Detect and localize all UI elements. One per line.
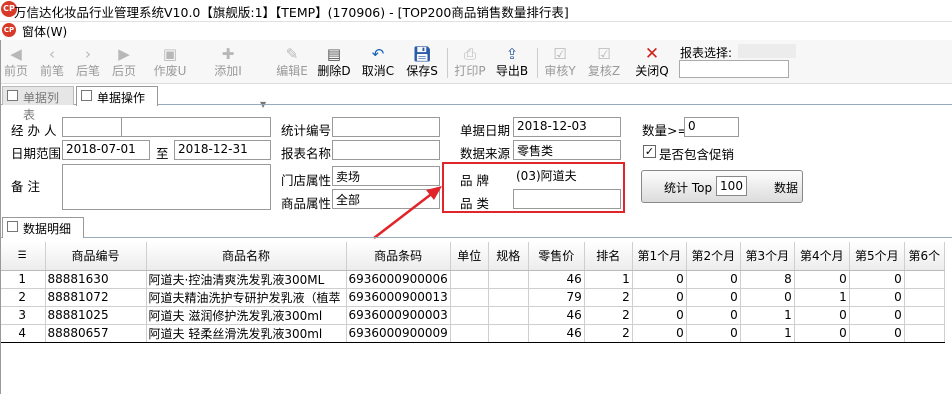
add-button[interactable]: ✚ 添加I: [208, 44, 248, 82]
close-button[interactable]: ✕ 关闭Q: [632, 44, 672, 82]
table-row[interactable]: 1 88881630 阿道夫·控油清爽洗发乳液300ML 69360009000…: [0, 270, 945, 289]
menu-logo-icon[interactable]: CP: [2, 23, 16, 37]
print-icon: ⎙: [463, 45, 476, 63]
table-row[interactable]: 3 88881025 阿道夫 滋润修护洗发乳液300ml 69360009000…: [0, 306, 945, 325]
date-from-input[interactable]: 2018-07-01: [62, 140, 150, 160]
tab-document-list[interactable]: 单据列表: [2, 86, 74, 122]
add-icon: ✚: [221, 45, 235, 63]
column-header[interactable]: 第1个月: [632, 242, 687, 271]
table-row[interactable]: 2 88881072 阿道夫精油洗护专研护发乳液（植萃 693600090001…: [0, 288, 945, 307]
void-button[interactable]: ▣ 作废U: [150, 44, 190, 82]
column-header[interactable]: 第5个月: [849, 242, 905, 271]
column-header[interactable]: 第4个月: [794, 242, 850, 271]
list-icon: [7, 90, 18, 101]
column-header[interactable]: 单位: [450, 242, 489, 271]
report-select-input[interactable]: [679, 60, 789, 78]
menu-window[interactable]: 窗体(W): [22, 23, 67, 40]
edit-icon: ✎: [285, 45, 299, 63]
qty-label: 数量>=: [642, 123, 688, 138]
document-icon: [7, 221, 18, 232]
tab-document-operate[interactable]: 单据操作: [76, 86, 158, 106]
save-button[interactable]: 💾︎ 保存S: [402, 44, 442, 82]
column-header[interactable]: 第3个月: [740, 242, 795, 271]
handler-label: 经 办 人: [11, 123, 57, 138]
last-page-button[interactable]: ▶ 后页: [104, 44, 144, 82]
approve-icon: ☑: [553, 45, 567, 63]
source-select[interactable]: 零售类: [513, 140, 621, 160]
export-icon: ⇪: [505, 45, 519, 63]
qty-input[interactable]: 0: [684, 117, 739, 137]
tab-data-detail[interactable]: 数据明细: [2, 217, 84, 238]
date-to-label: 至: [156, 146, 169, 161]
column-header[interactable]: 零售价: [528, 242, 585, 271]
data-grid[interactable]: ☰ 商品编号 商品名称 商品条码 单位 规格 零售价 排名 第1个月 第2个月 …: [0, 242, 952, 394]
column-header[interactable]: 商品条码: [346, 242, 451, 271]
column-header[interactable]: 商品编号: [45, 242, 147, 271]
edit-button[interactable]: ✎ 编辑E: [272, 44, 312, 82]
first-page-icon: ◀: [10, 45, 22, 63]
delete-icon: ▤: [326, 45, 342, 63]
column-header[interactable]: 排名: [584, 242, 633, 271]
handler-code-input[interactable]: [62, 117, 122, 137]
promo-checkbox[interactable]: ✓: [643, 145, 656, 158]
close-icon: ✕: [644, 44, 660, 64]
next-record-icon: ›: [85, 45, 91, 63]
detail-tabs: 数据明细: [0, 216, 952, 238]
report-name-label: 报表名称: [281, 146, 332, 161]
window-frame: [0, 40, 1, 394]
column-header[interactable]: 规格: [488, 242, 529, 271]
print-button[interactable]: ⎙ 打印P: [450, 44, 490, 82]
data-table: ☰ 商品编号 商品名称 商品条码 单位 规格 零售价 排名 第1个月 第2个月 …: [0, 242, 945, 343]
date-to-input[interactable]: 2018-12-31: [174, 140, 271, 160]
recheck-icon: ☑: [597, 45, 611, 63]
prev-record-icon: ‹: [49, 45, 55, 63]
stat-btn-suffix: 数据: [774, 181, 799, 195]
source-label: 数据来源: [460, 146, 511, 161]
top-tabs: 单据列表 单据操作: [0, 85, 952, 122]
top-n-input[interactable]: 100: [716, 176, 747, 196]
date-range-label: 日期范围: [11, 146, 62, 161]
table-header-row: ☰ 商品编号 商品名称 商品条码 单位 规格 零售价 排名 第1个月 第2个月 …: [0, 242, 945, 271]
promo-label: 是否包含促销: [659, 147, 735, 162]
remark-label: 备 注: [11, 179, 40, 194]
document-icon: [81, 90, 92, 101]
highlight-box: [442, 162, 625, 213]
doc-date-input[interactable]: 2018-12-03: [513, 117, 621, 137]
stat-no-label: 统计编号: [281, 123, 332, 138]
store-attr-label: 门店属性: [281, 173, 332, 188]
recheck-button[interactable]: ☑ 复核Z: [584, 44, 624, 82]
column-header[interactable]: 商品名称: [146, 242, 347, 271]
last-page-icon: ▶: [118, 45, 130, 63]
export-button[interactable]: ⇪ 导出B: [492, 44, 532, 82]
void-icon: ▣: [162, 45, 178, 63]
report-name-input[interactable]: [332, 140, 440, 160]
table-row-selected[interactable]: 4 88880657 阿道夫 轻柔丝滑洗发乳液300ml 69360009000…: [0, 323, 945, 343]
column-header[interactable]: 第2个月: [686, 242, 741, 271]
save-icon: 💾︎: [412, 45, 432, 63]
stat-btn-prefix: 统计 Top: [664, 181, 713, 195]
doc-date-label: 单据日期: [460, 123, 511, 138]
column-header[interactable]: 第6个: [904, 242, 945, 271]
remark-textarea[interactable]: [62, 164, 271, 210]
approve-button[interactable]: ☑ 审核Y: [540, 44, 580, 82]
undo-icon: ↶: [371, 45, 385, 63]
report-select-header-bg: [738, 44, 796, 58]
report-select-label: 报表选择:: [680, 46, 733, 60]
title-bar: CP 万信达化妆品行业管理系统V10.0【旗舰版:1】【TEMP】(170906…: [0, 0, 952, 22]
menu-bar: CP 窗体(W): [0, 22, 952, 40]
product-attr-label: 商品属性: [281, 196, 332, 211]
undo-button[interactable]: ↶ 取消C: [358, 44, 398, 82]
toolbar: ◀ 前页 ‹ 前笔 › 后笔 ▶ 后页 ▣ 作废U ✚ 添加I ▼ ✎ 编辑E ▤ 删除D ↶ 取…: [0, 40, 952, 109]
handler-input[interactable]: [121, 117, 271, 137]
row-indicator-header: ☰: [0, 242, 46, 271]
stat-no-input[interactable]: [332, 117, 440, 137]
window-title: 万信达化妆品行业管理系统V10.0【旗舰版:1】【TEMP】(170906) -…: [14, 5, 569, 20]
delete-button[interactable]: ▤ 删除D: [314, 44, 354, 82]
